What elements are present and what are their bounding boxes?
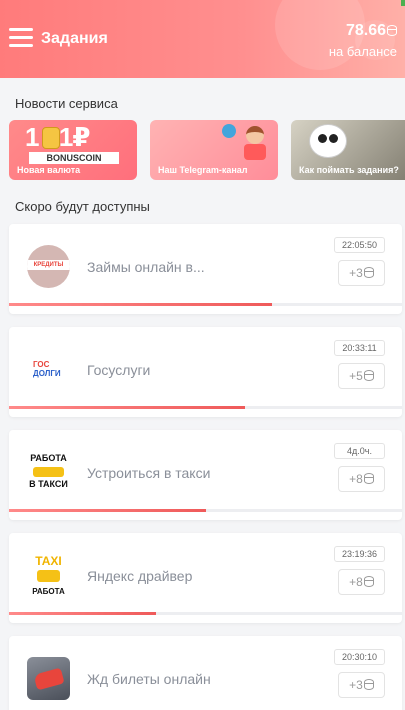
- task-progress-bar: [9, 509, 402, 512]
- task-name: Устроиться в такси: [87, 465, 211, 481]
- task-progress-fill: [9, 612, 157, 615]
- task-card[interactable]: Жд билеты онлайн 20:30:10 +3: [9, 636, 402, 710]
- app-header: Задания 78.66 на балансе: [0, 0, 405, 78]
- coin-icon: [387, 25, 397, 36]
- task-timer: 22:05:50: [334, 237, 385, 253]
- task-progress-bar: [9, 612, 402, 615]
- news-card-telegram[interactable]: Наш Telegram-канал: [150, 120, 278, 180]
- train-logo: [27, 657, 70, 700]
- taxi-job-logo: РАБОТА В ТАКСИ: [27, 451, 70, 494]
- news-carousel[interactable]: 1 =1₽ BONUSCOIN Новая валюта Наш Telegra…: [9, 120, 405, 180]
- balance-amount: 78.66: [345, 22, 386, 39]
- task-name: Яндекс драйвер: [87, 568, 193, 584]
- page-title: Задания: [41, 30, 108, 47]
- status-indicator: [401, 0, 405, 6]
- task-timer: 4д.0ч.: [334, 443, 385, 459]
- task-progress-fill: [9, 509, 206, 512]
- coin-icon: [363, 679, 374, 690]
- task-card[interactable]: РАБОТА В ТАКСИ Устроиться в такси 4д.0ч.…: [9, 430, 402, 520]
- task-progress-fill: [9, 406, 245, 409]
- task-reward: +3: [338, 672, 385, 698]
- news-card-caption: Наш Telegram-канал: [158, 165, 248, 175]
- bonuscoin-label: BONUSCOIN: [29, 152, 119, 164]
- task-reward: +8: [338, 466, 385, 492]
- coin-icon: [363, 473, 374, 484]
- hamburger-menu-icon[interactable]: [9, 28, 33, 48]
- yandex-taxi-logo: TAXI РАБОТА: [27, 554, 70, 597]
- news-card-how-to-catch[interactable]: Как поймать задания?: [291, 120, 405, 180]
- task-reward: +5: [338, 363, 385, 389]
- coin-stack-icon: [42, 127, 60, 149]
- task-progress-bar: [9, 406, 402, 409]
- balance-label: на балансе: [328, 44, 397, 59]
- coin-icon: [363, 576, 374, 587]
- task-reward: +3: [338, 260, 385, 286]
- news-card-caption: Как поймать задания?: [299, 165, 399, 175]
- news-card-new-currency[interactable]: 1 =1₽ BONUSCOIN Новая валюта: [9, 120, 137, 180]
- task-progress-bar: [9, 303, 402, 306]
- cartoon-boy-illustration: [242, 126, 268, 170]
- task-card[interactable]: КРЕДИТЫ Займы онлайн в... 22:05:50 +3: [9, 224, 402, 314]
- credit-logo: КРЕДИТЫ: [27, 245, 70, 288]
- task-name: Жд билеты онлайн: [87, 671, 211, 687]
- news-section-title: Новости сервиса: [15, 96, 118, 111]
- gosdolgi-logo: ГОС ДОЛГИ: [27, 348, 70, 391]
- task-timer: 20:33:11: [334, 340, 385, 356]
- task-card[interactable]: ГОС ДОЛГИ Госуслуги 20:33:11 +5: [9, 327, 402, 417]
- task-name: Займы онлайн в...: [87, 259, 205, 275]
- telegram-icon: [222, 124, 236, 138]
- task-name: Госуслуги: [87, 362, 151, 378]
- meme-face-illustration: [309, 124, 347, 158]
- task-card[interactable]: TAXI РАБОТА Яндекс драйвер 23:19:36 +8: [9, 533, 402, 623]
- balance-display[interactable]: 78.66 на балансе: [329, 22, 397, 59]
- news-card-caption: Новая валюта: [17, 165, 81, 175]
- task-reward: +8: [338, 569, 385, 595]
- task-timer: 20:30:10: [334, 649, 385, 665]
- task-timer: 23:19:36: [334, 546, 385, 562]
- task-progress-fill: [9, 303, 273, 306]
- coin-icon: [363, 267, 374, 278]
- upcoming-section-title: Скоро будут доступны: [15, 199, 150, 214]
- coin-icon: [363, 370, 374, 381]
